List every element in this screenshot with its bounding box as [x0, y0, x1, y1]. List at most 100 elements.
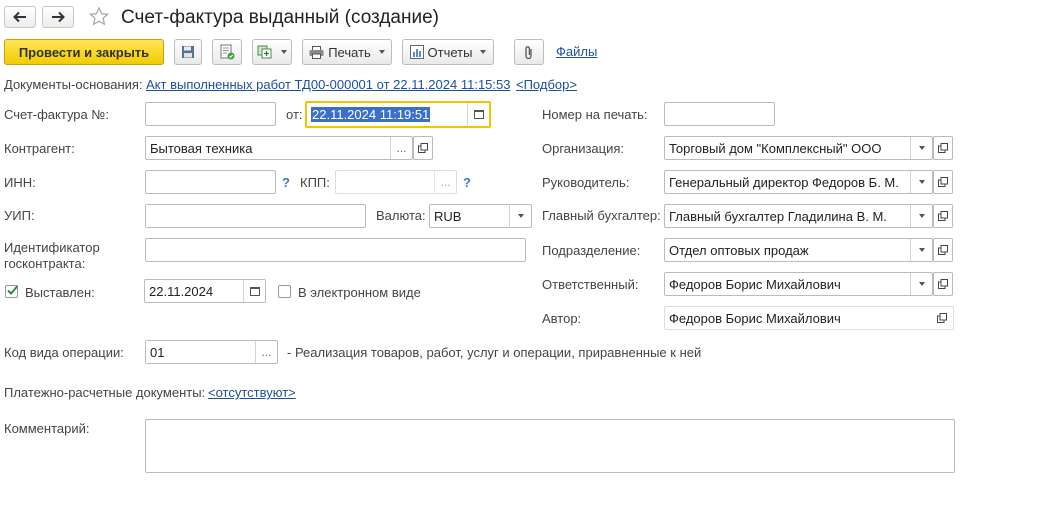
chevron-down-icon: [918, 282, 925, 286]
author-open-button[interactable]: [931, 307, 953, 329]
basis-document-link[interactable]: Акт выполненных работ ТД00-000001 от 22.…: [146, 77, 510, 92]
paperclip-icon: [525, 45, 532, 59]
organization-dropdown-button[interactable]: [910, 137, 932, 159]
create-based-on-button[interactable]: [252, 39, 292, 65]
uip-label: УИП:: [4, 208, 35, 223]
calendar-icon: [249, 286, 260, 296]
printer-icon: [309, 45, 324, 59]
forward-button[interactable]: [42, 6, 74, 28]
department-dropdown-button[interactable]: [910, 239, 932, 261]
reports-icon: [409, 45, 424, 59]
checkmark-icon: [7, 285, 19, 295]
issued-checkbox[interactable]: [5, 285, 19, 298]
organization-field[interactable]: Торговый дом "Комплексный" ООО: [664, 136, 933, 160]
chevron-down-icon: [918, 214, 925, 218]
uip-field[interactable]: [145, 204, 366, 228]
operation-description: - Реализация товаров, работ, услуг и опе…: [287, 345, 702, 360]
print-button[interactable]: Печать: [302, 39, 392, 65]
from-label: от:: [286, 107, 303, 122]
reports-button[interactable]: Отчеты: [402, 39, 494, 65]
manager-dropdown-button[interactable]: [910, 171, 932, 193]
electronic-checkbox[interactable]: [278, 285, 291, 298]
responsible-field[interactable]: Федоров Борис Михайлович: [664, 272, 933, 296]
currency-label: Валюта:: [376, 208, 426, 223]
open-icon: [938, 245, 948, 255]
comment-field[interactable]: [145, 419, 955, 473]
favorite-star-icon[interactable]: [88, 6, 110, 28]
accountant-field[interactable]: Главный бухгалтер Гладилина В. М.: [664, 204, 933, 228]
accountant-open-button[interactable]: [933, 204, 953, 228]
attach-button[interactable]: [514, 39, 544, 65]
contractor-select-button[interactable]: ...: [390, 137, 412, 159]
invoice-number-field[interactable]: [145, 102, 276, 126]
department-field[interactable]: Отдел оптовых продаж: [664, 238, 933, 262]
chevron-down-icon: [918, 248, 925, 252]
open-icon: [938, 211, 948, 221]
pick-link[interactable]: <Подбор>: [516, 77, 577, 92]
contractor-field[interactable]: Бытовая техника ...: [145, 136, 413, 160]
issued-label: Выставлен:: [25, 285, 95, 300]
operation-code-field[interactable]: 01 ...: [145, 340, 278, 364]
open-icon: [938, 177, 948, 187]
accountant-dropdown-button[interactable]: [910, 205, 932, 227]
back-button[interactable]: [4, 6, 36, 28]
print-number-field[interactable]: [664, 102, 775, 126]
gov-contract-label-2: госконтракта:: [4, 256, 86, 271]
manager-label: Руководитель:: [542, 175, 630, 190]
chevron-down-icon: [480, 50, 487, 54]
comment-label: Комментарий:: [4, 421, 90, 436]
operation-code-label: Код вида операции:: [4, 345, 124, 360]
create-based-on-icon: [257, 45, 272, 59]
chevron-down-icon: [918, 180, 925, 184]
organization-open-button[interactable]: [933, 136, 953, 160]
open-icon: [937, 313, 947, 323]
issued-calendar-button[interactable]: [243, 280, 265, 302]
chevron-down-icon: [517, 214, 524, 218]
invoice-date-field[interactable]: 22.11.2024 11:19:51: [305, 101, 491, 128]
contractor-label: Контрагент:: [4, 141, 75, 156]
arrow-right-icon: [52, 11, 65, 23]
responsible-dropdown-button[interactable]: [910, 273, 932, 295]
post-and-close-button[interactable]: Провести и закрыть: [4, 39, 164, 65]
issued-date-field[interactable]: 22.11.2024: [144, 279, 266, 303]
manager-open-button[interactable]: [933, 170, 953, 194]
kpp-field[interactable]: ...: [335, 170, 457, 194]
organization-label: Организация:: [542, 141, 625, 156]
chevron-down-icon: [378, 50, 385, 54]
responsible-open-button[interactable]: [933, 272, 953, 296]
department-open-button[interactable]: [933, 238, 953, 262]
gov-contract-field[interactable]: [145, 238, 526, 262]
gov-contract-label-1: Идентификатор: [4, 240, 100, 255]
kpp-select-button[interactable]: ...: [434, 171, 456, 193]
currency-field[interactable]: RUB: [429, 204, 532, 228]
inn-help-icon[interactable]: ?: [282, 175, 290, 190]
chevron-down-icon: [281, 50, 287, 54]
responsible-label: Ответственный:: [542, 277, 639, 292]
payment-docs-link[interactable]: <отсутствуют>: [208, 385, 296, 400]
invoice-date-value: 22.11.2024 11:19:51: [311, 107, 431, 122]
print-number-label: Номер на печать:: [542, 107, 648, 122]
floppy-disk-icon: [182, 46, 194, 58]
kpp-help-icon[interactable]: ?: [463, 175, 471, 190]
inn-field[interactable]: [145, 170, 276, 194]
basis-documents-label: Документы-основания:: [4, 77, 143, 92]
operation-code-select-button[interactable]: ...: [255, 341, 277, 363]
files-link[interactable]: Файлы: [556, 44, 597, 59]
calendar-button[interactable]: [467, 103, 489, 126]
accountant-label: Главный бухгалтер:: [542, 208, 661, 223]
reports-button-label: Отчеты: [427, 44, 473, 60]
author-label: Автор:: [542, 311, 582, 326]
payment-docs-label: Платежно-расчетные документы:: [4, 385, 206, 400]
manager-field[interactable]: Генеральный директор Федоров Б. М.: [664, 170, 933, 194]
currency-dropdown-button[interactable]: [509, 205, 531, 227]
post-button[interactable]: [212, 39, 242, 65]
chevron-down-icon: [918, 146, 925, 150]
post-document-icon: [220, 44, 235, 60]
print-button-label: Печать: [328, 44, 371, 60]
contractor-open-button[interactable]: [413, 136, 433, 160]
author-field: Федоров Борис Михайлович: [664, 306, 954, 330]
page-title: Счет-фактура выданный (создание): [121, 7, 439, 28]
electronic-label: В электронном виде: [298, 285, 421, 300]
calendar-icon: [473, 110, 484, 119]
save-button[interactable]: [174, 39, 202, 65]
